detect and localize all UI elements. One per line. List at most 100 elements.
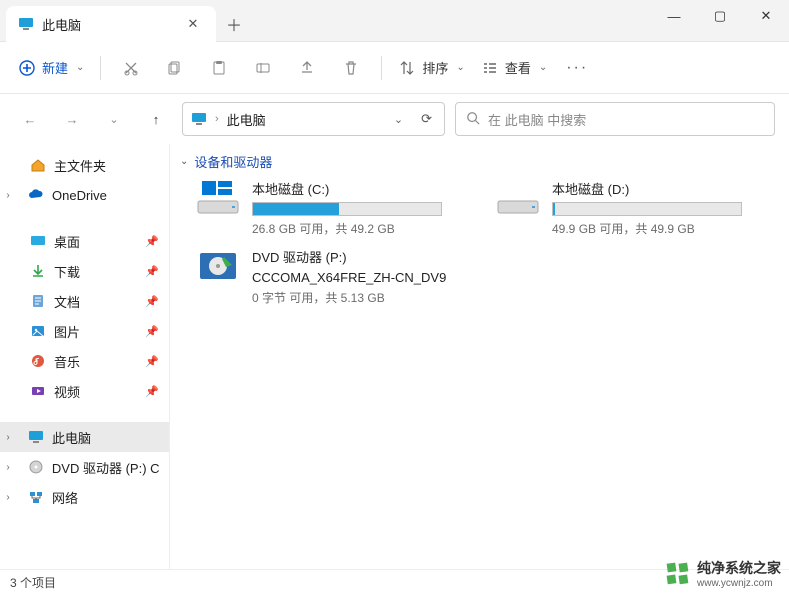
sidebar-item-documents[interactable]: 文档 📌 xyxy=(0,286,169,316)
nav-row: ← → ⌄ ↑ › 此电脑 ⌄ ⟳ 在 此电脑 中搜索 xyxy=(0,94,789,144)
view-button-label: 查看 xyxy=(505,58,531,77)
chevron-down-icon: ⌄ xyxy=(456,62,464,73)
item-count: 3 个项目 xyxy=(10,574,56,591)
drive-name: 本地磁盘 (C:) xyxy=(252,179,474,198)
sort-button[interactable]: 排序 ⌄ xyxy=(392,50,470,86)
sidebar-item-label: 视频 xyxy=(54,382,80,401)
sidebar-item-label: OneDrive xyxy=(52,188,107,203)
drives-grid: 本地磁盘 (C:) 26.8 GB 可用，共 49.2 GB 本地磁盘 (D:)… xyxy=(178,179,781,306)
drive-meta: 0 字节 可用，共 5.13 GB xyxy=(252,289,474,306)
chevron-down-icon: ⌄ xyxy=(539,62,547,73)
body: 主文件夹 › OneDrive 桌面 📌 下载 📌 文档 📌 图片 📌 xyxy=(0,144,789,569)
copy-button[interactable] xyxy=(155,50,195,86)
drive-name: 本地磁盘 (D:) xyxy=(552,179,774,198)
desktop-icon xyxy=(30,233,46,249)
sidebar-item-dvd[interactable]: › DVD 驱动器 (P:) C xyxy=(0,452,169,482)
new-button[interactable]: 新建 ⌄ xyxy=(12,50,90,86)
sidebar-item-thispc[interactable]: › 此电脑 xyxy=(0,422,169,452)
chevron-right-icon: › xyxy=(215,113,219,125)
drive-meta: 26.8 GB 可用，共 49.2 GB xyxy=(252,220,474,237)
tab-close-button[interactable]: ✕ xyxy=(180,11,206,37)
drive-sublabel: CCCOMA_X64FRE_ZH-CN_DV9 xyxy=(252,270,474,285)
separator xyxy=(381,56,382,80)
pin-icon: 📌 xyxy=(145,385,159,398)
paste-button[interactable] xyxy=(199,50,239,86)
sidebar-item-music[interactable]: 音乐 📌 xyxy=(0,346,169,376)
forward-button[interactable]: → xyxy=(56,103,88,135)
tab-thispc[interactable]: 此电脑 ✕ xyxy=(6,6,216,42)
home-icon xyxy=(30,157,46,173)
titlebar: 此电脑 ✕ ＋ — ▢ ✕ xyxy=(0,0,789,42)
sidebar-item-home[interactable]: 主文件夹 xyxy=(0,150,169,180)
sidebar-item-desktop[interactable]: 桌面 📌 xyxy=(0,226,169,256)
content-area: ⌄ 设备和驱动器 本地磁盘 (C:) 26.8 GB 可用，共 49.2 GB xyxy=(170,144,789,569)
drive-info: 本地磁盘 (D:) 49.9 GB 可用，共 49.9 GB xyxy=(552,179,774,237)
address-bar[interactable]: › 此电脑 ⌄ ⟳ xyxy=(182,102,445,136)
window-controls: — ▢ ✕ xyxy=(651,0,789,32)
drive-info: DVD 驱动器 (P:) CCCOMA_X64FRE_ZH-CN_DV9 0 字… xyxy=(252,247,474,306)
drive-c[interactable]: 本地磁盘 (C:) 26.8 GB 可用，共 49.2 GB xyxy=(194,179,474,237)
drive-icon xyxy=(194,179,242,219)
pin-icon: 📌 xyxy=(145,355,159,368)
up-button[interactable]: ↑ xyxy=(140,103,172,135)
drive-dvd[interactable]: DVD 驱动器 (P:) CCCOMA_X64FRE_ZH-CN_DV9 0 字… xyxy=(194,247,474,306)
capacity-bar xyxy=(252,202,442,216)
drive-d[interactable]: 本地磁盘 (D:) 49.9 GB 可用，共 49.9 GB xyxy=(494,179,774,237)
more-button[interactable]: ··· xyxy=(557,50,597,86)
sidebar-item-label: 文档 xyxy=(54,292,80,311)
network-icon xyxy=(28,489,44,505)
sidebar-item-label: 此电脑 xyxy=(52,428,91,447)
search-placeholder: 在 此电脑 中搜索 xyxy=(488,110,586,129)
sidebar-item-label: 主文件夹 xyxy=(54,156,106,175)
drive-info: 本地磁盘 (C:) 26.8 GB 可用，共 49.2 GB xyxy=(252,179,474,237)
sidebar-item-pictures[interactable]: 图片 📌 xyxy=(0,316,169,346)
pin-icon: 📌 xyxy=(145,265,159,278)
group-header-label: 设备和驱动器 xyxy=(194,152,272,171)
sidebar-item-onedrive[interactable]: › OneDrive xyxy=(0,180,169,210)
new-button-label: 新建 xyxy=(42,58,68,77)
pictures-icon xyxy=(30,323,46,339)
sidebar-item-videos[interactable]: 视频 📌 xyxy=(0,376,169,406)
sidebar-item-network[interactable]: › 网络 xyxy=(0,482,169,512)
cloud-icon xyxy=(28,187,44,203)
address-dropdown[interactable]: ⌄ xyxy=(388,113,409,126)
share-button[interactable] xyxy=(287,50,327,86)
expand-icon[interactable]: › xyxy=(2,462,14,473)
status-bar: 3 个项目 xyxy=(0,569,789,595)
search-icon xyxy=(466,111,480,128)
back-button[interactable]: ← xyxy=(14,103,46,135)
monitor-icon xyxy=(18,16,34,32)
rename-button[interactable] xyxy=(243,50,283,86)
monitor-icon xyxy=(191,111,207,127)
expand-icon[interactable]: › xyxy=(2,432,14,443)
close-window-button[interactable]: ✕ xyxy=(743,0,789,32)
music-icon xyxy=(30,353,46,369)
new-tab-button[interactable]: ＋ xyxy=(216,6,252,42)
minimize-button[interactable]: — xyxy=(651,0,697,32)
separator xyxy=(100,56,101,80)
drive-icon xyxy=(494,179,542,219)
separator xyxy=(0,210,169,226)
sort-button-label: 排序 xyxy=(422,58,448,77)
search-box[interactable]: 在 此电脑 中搜索 xyxy=(455,102,775,136)
sidebar: 主文件夹 › OneDrive 桌面 📌 下载 📌 文档 📌 图片 📌 xyxy=(0,144,170,569)
maximize-button[interactable]: ▢ xyxy=(697,0,743,32)
sidebar-item-downloads[interactable]: 下载 📌 xyxy=(0,256,169,286)
recent-dropdown[interactable]: ⌄ xyxy=(98,103,130,135)
address-text: 此电脑 xyxy=(227,110,266,129)
sidebar-item-label: DVD 驱动器 (P:) C xyxy=(52,458,159,477)
refresh-button[interactable]: ⟳ xyxy=(417,111,436,127)
disc-drive-icon xyxy=(194,247,242,287)
delete-button[interactable] xyxy=(331,50,371,86)
disc-icon xyxy=(28,459,44,475)
sidebar-item-label: 网络 xyxy=(52,488,78,507)
download-icon xyxy=(30,263,46,279)
toolbar: 新建 ⌄ 排序 ⌄ 查看 ⌄ ··· xyxy=(0,42,789,94)
cut-button[interactable] xyxy=(111,50,151,86)
expand-icon[interactable]: › xyxy=(2,190,14,201)
expand-icon[interactable]: › xyxy=(2,492,14,503)
chevron-down-icon: ⌄ xyxy=(76,62,84,73)
group-header[interactable]: ⌄ 设备和驱动器 xyxy=(178,148,781,179)
monitor-icon xyxy=(28,429,44,445)
view-button[interactable]: 查看 ⌄ xyxy=(475,50,553,86)
